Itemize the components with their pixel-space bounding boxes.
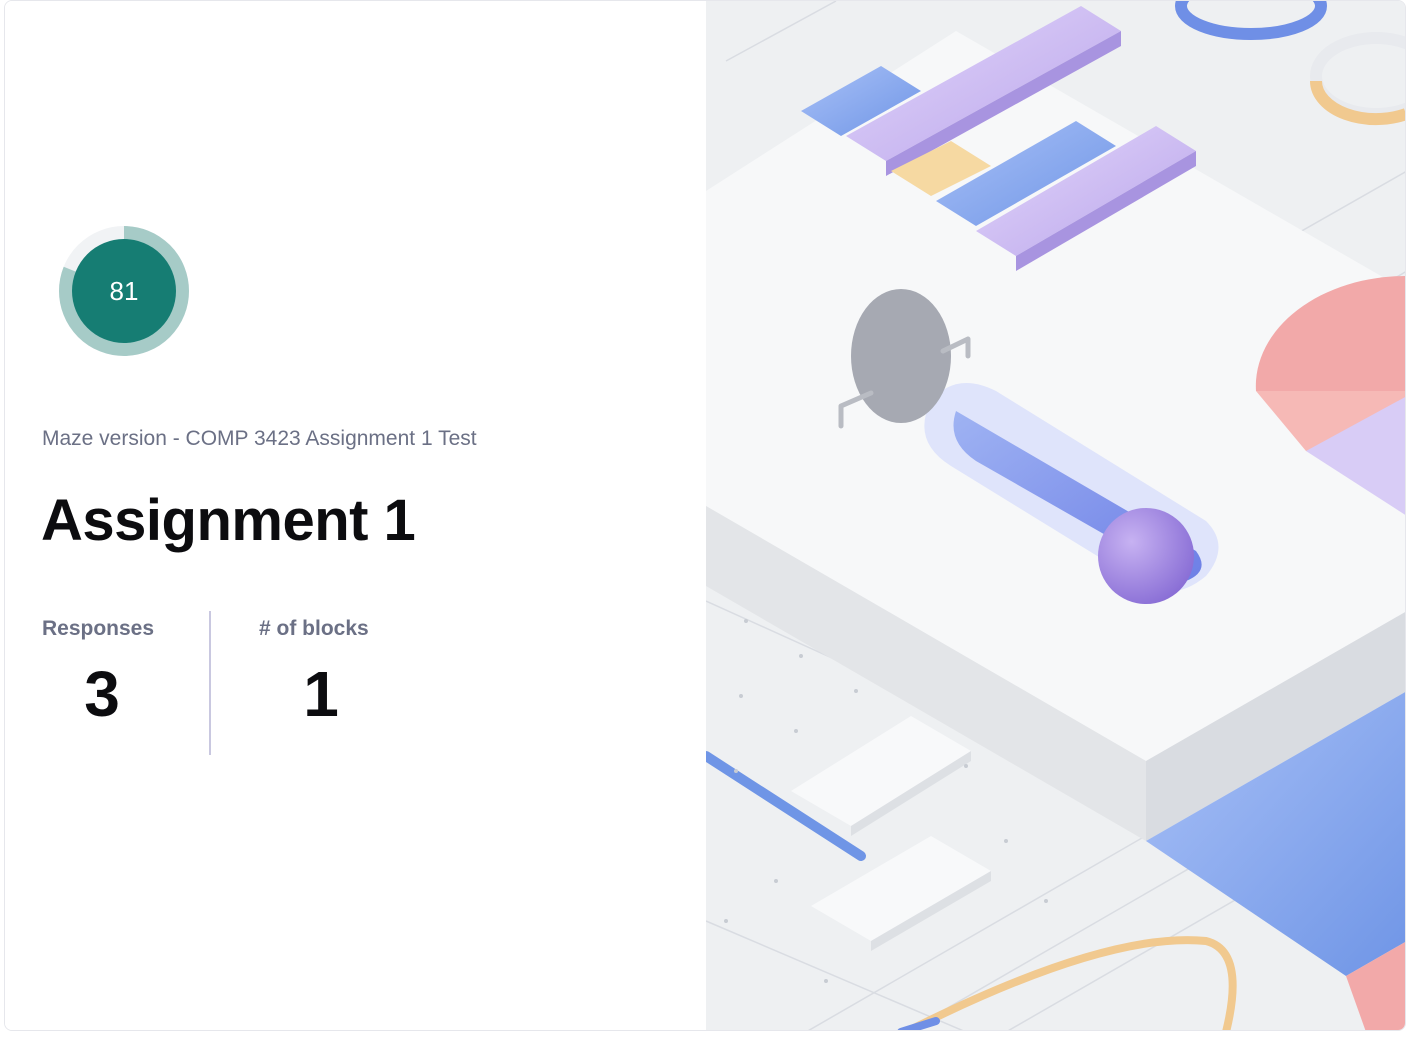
responses-stat: Responses 3 <box>42 617 162 731</box>
blocks-label: # of blocks <box>259 617 369 640</box>
page-title: Assignment 1 <box>41 488 416 553</box>
stat-divider <box>209 611 211 755</box>
responses-label: Responses <box>42 617 155 640</box>
score-value: 81 <box>109 276 139 306</box>
maze-illustration <box>706 1 1405 1030</box>
maze-overview-card[interactable]: 81 Maze version - COMP 3423 Assignment 1… <box>4 0 1406 1031</box>
blocks-value: 1 <box>303 658 339 730</box>
maze-info-panel: 81 Maze version - COMP 3423 Assignment 1… <box>5 1 706 1030</box>
isometric-maze-illustration <box>706 1 1405 1030</box>
blocks-stat: # of blocks 1 <box>259 617 383 731</box>
maze-subtitle: Maze version - COMP 3423 Assignment 1 Te… <box>42 427 477 450</box>
responses-value: 3 <box>84 658 120 730</box>
usability-score-badge: 81 <box>57 224 191 358</box>
